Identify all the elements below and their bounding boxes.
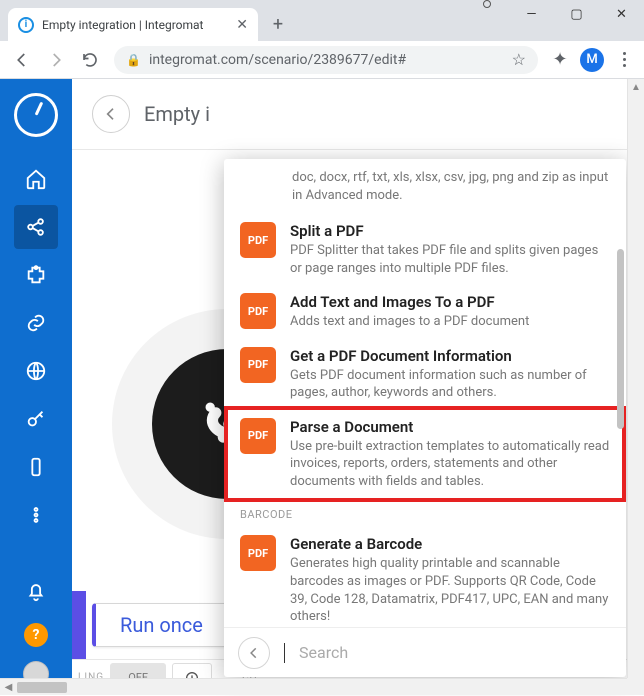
extensions-icon[interactable]: ✦: [546, 49, 574, 70]
forward-button[interactable]: [40, 44, 72, 76]
pdf-icon: PDF: [240, 418, 276, 454]
module-search-input[interactable]: [299, 643, 612, 662]
sidebar-more[interactable]: [14, 493, 58, 537]
window-controls: — ▢ ✕: [464, 0, 644, 41]
module-picker-panel: doc, docx, rtf, txt, xls, xlsx, csv, jpg…: [224, 159, 626, 677]
address-bar[interactable]: 🔒 integromat.com/scenario/2389677/edit# …: [114, 46, 538, 74]
sidebar-device[interactable]: [14, 445, 58, 489]
canvas-header: Empty i: [72, 79, 644, 150]
minimize-button[interactable]: —: [509, 0, 554, 28]
window-vertical-scrollbar[interactable]: ▲: [627, 79, 644, 678]
page-title: Empty i: [144, 102, 210, 126]
module-add-text-images[interactable]: PDF Add Text and Images To a PDF Adds te…: [224, 283, 626, 337]
profile-avatar[interactable]: M: [580, 48, 604, 72]
module-desc: Gets PDF document information such as nu…: [290, 367, 610, 402]
sidebar-globe[interactable]: [14, 349, 58, 393]
account-status-icon[interactable]: [464, 0, 509, 8]
module-parse-document[interactable]: PDF Parse a Document Use pre-built extra…: [228, 410, 622, 499]
sidebar-notifications[interactable]: [14, 569, 58, 613]
sidebar-help[interactable]: ?: [24, 623, 48, 647]
browser-toolbar: 🔒 integromat.com/scenario/2389677/edit# …: [0, 41, 644, 79]
sidebar-puzzle[interactable]: [14, 253, 58, 297]
run-once-button[interactable]: Run once: [92, 603, 228, 647]
scroll-left-icon[interactable]: ◀: [0, 679, 17, 696]
module-title: Add Text and Images To a PDF: [290, 293, 610, 311]
panel-back-button[interactable]: [238, 637, 270, 669]
module-title: Get a PDF Document Information: [290, 347, 610, 365]
scenario-back-button[interactable]: [92, 95, 130, 133]
sidebar-link[interactable]: [14, 301, 58, 345]
chrome-menu-icon[interactable]: [610, 52, 638, 67]
window-titlebar: Empty integration | Integromat ✕ + — ▢ ✕: [0, 0, 644, 41]
browser-tab[interactable]: Empty integration | Integromat ✕: [8, 8, 258, 41]
scroll-up-icon[interactable]: ▲: [628, 79, 644, 96]
sidebar-share[interactable]: [14, 205, 58, 249]
pdf-icon: PDF: [240, 535, 276, 571]
back-button[interactable]: [6, 44, 38, 76]
new-tab-button[interactable]: +: [264, 10, 292, 38]
integromat-logo[interactable]: [14, 93, 58, 137]
sidebar: ?: [0, 79, 72, 695]
module-desc: PDF Splitter that takes PDF file and spl…: [290, 242, 610, 277]
scroll-corner: [627, 678, 644, 695]
module-desc-truncated: doc, docx, rtf, txt, xls, xlsx, csv, jpg…: [224, 165, 626, 212]
pdf-icon: PDF: [240, 222, 276, 258]
module-title: Generate a Barcode: [290, 535, 610, 553]
module-desc: Adds text and images to a PDF document: [290, 313, 610, 331]
module-desc: Use pre-built extraction templates to au…: [290, 438, 610, 491]
section-barcode-label: BARCODE: [224, 500, 626, 525]
integromat-favicon: [18, 17, 34, 33]
h-scroll-thumb[interactable]: [17, 682, 67, 693]
lock-icon: 🔒: [126, 53, 141, 67]
close-tab-icon[interactable]: ✕: [236, 17, 248, 33]
module-get-pdf-info[interactable]: PDF Get a PDF Document Information Gets …: [224, 337, 626, 408]
module-split-pdf[interactable]: PDF Split a PDF PDF Splitter that takes …: [224, 212, 626, 283]
pdf-icon: PDF: [240, 293, 276, 329]
url-text: integromat.com/scenario/2389677/edit#: [149, 52, 406, 68]
app-body: ? Empty i Run once LING OFF CO: [0, 79, 644, 695]
bookmark-star-icon[interactable]: ☆: [512, 50, 526, 69]
reload-button[interactable]: [74, 44, 106, 76]
module-generate-barcode[interactable]: PDF Generate a Barcode Generates high qu…: [224, 525, 626, 627]
panel-footer: [224, 627, 626, 677]
sidebar-home[interactable]: [14, 157, 58, 201]
module-list-body[interactable]: doc, docx, rtf, txt, xls, xlsx, csv, jpg…: [224, 159, 626, 627]
sidebar-key[interactable]: [14, 397, 58, 441]
module-desc: Generates high quality printable and sca…: [290, 555, 610, 625]
tab-title: Empty integration | Integromat: [42, 18, 228, 32]
search-caret: [284, 643, 285, 663]
panel-scrollbar-thumb[interactable]: [617, 249, 624, 429]
module-title: Split a PDF: [290, 222, 610, 240]
pdf-icon: PDF: [240, 347, 276, 383]
maximize-button[interactable]: ▢: [554, 0, 599, 28]
module-title: Parse a Document: [290, 418, 610, 436]
window-horizontal-scrollbar[interactable]: ◀: [0, 678, 627, 695]
close-window-button[interactable]: ✕: [599, 0, 644, 28]
